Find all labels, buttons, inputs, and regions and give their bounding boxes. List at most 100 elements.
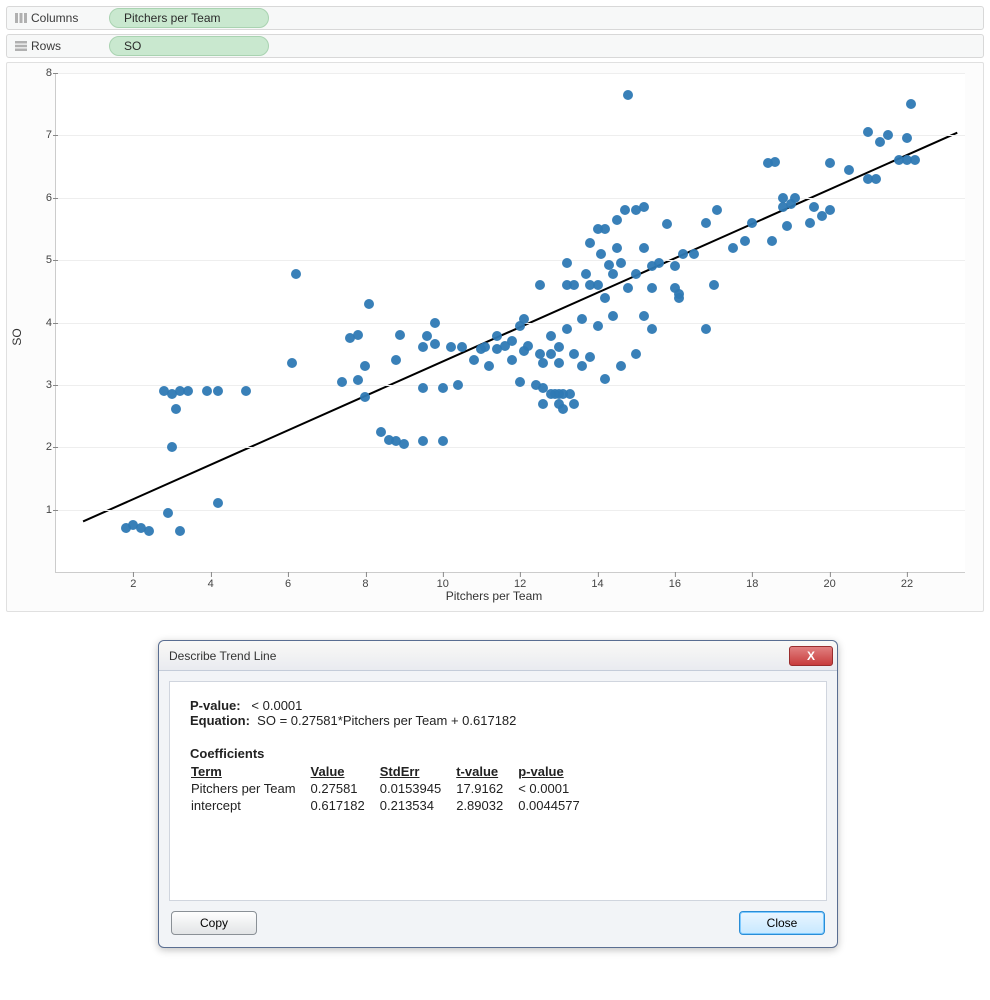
columns-pill[interactable]: Pitchers per Team bbox=[109, 8, 269, 28]
data-point[interactable] bbox=[175, 526, 185, 536]
data-point[interactable] bbox=[740, 236, 750, 246]
data-point[interactable] bbox=[593, 321, 603, 331]
data-point[interactable] bbox=[453, 380, 463, 390]
rows-pill[interactable]: SO bbox=[109, 36, 269, 56]
data-point[interactable] bbox=[701, 324, 711, 334]
data-point[interactable] bbox=[291, 269, 301, 279]
data-point[interactable] bbox=[910, 155, 920, 165]
data-point[interactable] bbox=[608, 269, 618, 279]
data-point[interactable] bbox=[430, 318, 440, 328]
data-point[interactable] bbox=[546, 331, 556, 341]
data-point[interactable] bbox=[825, 158, 835, 168]
data-point[interactable] bbox=[871, 174, 881, 184]
data-point[interactable] bbox=[171, 404, 181, 414]
data-point[interactable] bbox=[287, 358, 297, 368]
data-point[interactable] bbox=[596, 249, 606, 259]
data-point[interactable] bbox=[569, 349, 579, 359]
data-point[interactable] bbox=[600, 374, 610, 384]
data-point[interactable] bbox=[701, 218, 711, 228]
columns-shelf[interactable]: Columns Pitchers per Team bbox=[6, 6, 984, 30]
scatter-plot[interactable]: 12345678246810121416182022 bbox=[55, 73, 965, 573]
data-point[interactable] bbox=[446, 342, 456, 352]
data-point[interactable] bbox=[809, 202, 819, 212]
data-point[interactable] bbox=[581, 269, 591, 279]
data-point[interactable] bbox=[538, 358, 548, 368]
data-point[interactable] bbox=[709, 280, 719, 290]
data-point[interactable] bbox=[213, 498, 223, 508]
data-point[interactable] bbox=[782, 221, 792, 231]
data-point[interactable] bbox=[612, 215, 622, 225]
data-point[interactable] bbox=[438, 436, 448, 446]
data-point[interactable] bbox=[631, 349, 641, 359]
data-point[interactable] bbox=[554, 358, 564, 368]
data-point[interactable] bbox=[678, 249, 688, 259]
data-point[interactable] bbox=[457, 342, 467, 352]
data-point[interactable] bbox=[360, 392, 370, 402]
data-point[interactable] bbox=[883, 130, 893, 140]
data-point[interactable] bbox=[202, 386, 212, 396]
copy-button[interactable]: Copy bbox=[171, 911, 257, 935]
data-point[interactable] bbox=[585, 238, 595, 248]
data-point[interactable] bbox=[144, 526, 154, 536]
data-point[interactable] bbox=[600, 224, 610, 234]
data-point[interactable] bbox=[577, 361, 587, 371]
data-point[interactable] bbox=[535, 280, 545, 290]
data-point[interactable] bbox=[863, 127, 873, 137]
data-point[interactable] bbox=[620, 205, 630, 215]
data-point[interactable] bbox=[616, 361, 626, 371]
data-point[interactable] bbox=[418, 342, 428, 352]
data-point[interactable] bbox=[623, 283, 633, 293]
data-point[interactable] bbox=[399, 439, 409, 449]
data-point[interactable] bbox=[391, 355, 401, 365]
data-point[interactable] bbox=[623, 90, 633, 100]
data-point[interactable] bbox=[608, 311, 618, 321]
close-icon[interactable]: X bbox=[789, 646, 833, 666]
data-point[interactable] bbox=[600, 293, 610, 303]
data-point[interactable] bbox=[662, 219, 672, 229]
data-point[interactable] bbox=[790, 193, 800, 203]
data-point[interactable] bbox=[689, 249, 699, 259]
data-point[interactable] bbox=[674, 293, 684, 303]
data-point[interactable] bbox=[770, 157, 780, 167]
data-point[interactable] bbox=[728, 243, 738, 253]
data-point[interactable] bbox=[639, 202, 649, 212]
data-point[interactable] bbox=[484, 361, 494, 371]
data-point[interactable] bbox=[593, 280, 603, 290]
data-point[interactable] bbox=[515, 377, 525, 387]
data-point[interactable] bbox=[631, 269, 641, 279]
data-point[interactable] bbox=[519, 314, 529, 324]
data-point[interactable] bbox=[507, 336, 517, 346]
data-point[interactable] bbox=[395, 330, 405, 340]
data-point[interactable] bbox=[639, 243, 649, 253]
rows-shelf[interactable]: Rows SO bbox=[6, 34, 984, 58]
data-point[interactable] bbox=[430, 339, 440, 349]
data-point[interactable] bbox=[469, 355, 479, 365]
data-point[interactable] bbox=[480, 342, 490, 352]
data-point[interactable] bbox=[654, 258, 664, 268]
dialog-titlebar[interactable]: Describe Trend Line X bbox=[159, 641, 837, 671]
data-point[interactable] bbox=[353, 375, 363, 385]
data-point[interactable] bbox=[183, 386, 193, 396]
data-point[interactable] bbox=[418, 383, 428, 393]
data-point[interactable] bbox=[647, 324, 657, 334]
data-point[interactable] bbox=[507, 355, 517, 365]
data-point[interactable] bbox=[906, 99, 916, 109]
data-point[interactable] bbox=[712, 205, 722, 215]
data-point[interactable] bbox=[825, 205, 835, 215]
data-point[interactable] bbox=[569, 399, 579, 409]
data-point[interactable] bbox=[523, 341, 533, 351]
data-point[interactable] bbox=[364, 299, 374, 309]
data-point[interactable] bbox=[585, 352, 595, 362]
data-point[interactable] bbox=[616, 258, 626, 268]
data-point[interactable] bbox=[562, 258, 572, 268]
data-point[interactable] bbox=[438, 383, 448, 393]
data-point[interactable] bbox=[569, 280, 579, 290]
data-point[interactable] bbox=[167, 442, 177, 452]
data-point[interactable] bbox=[902, 133, 912, 143]
data-point[interactable] bbox=[612, 243, 622, 253]
data-point[interactable] bbox=[562, 324, 572, 334]
data-point[interactable] bbox=[747, 218, 757, 228]
data-point[interactable] bbox=[554, 342, 564, 352]
data-point[interactable] bbox=[639, 311, 649, 321]
data-point[interactable] bbox=[163, 508, 173, 518]
